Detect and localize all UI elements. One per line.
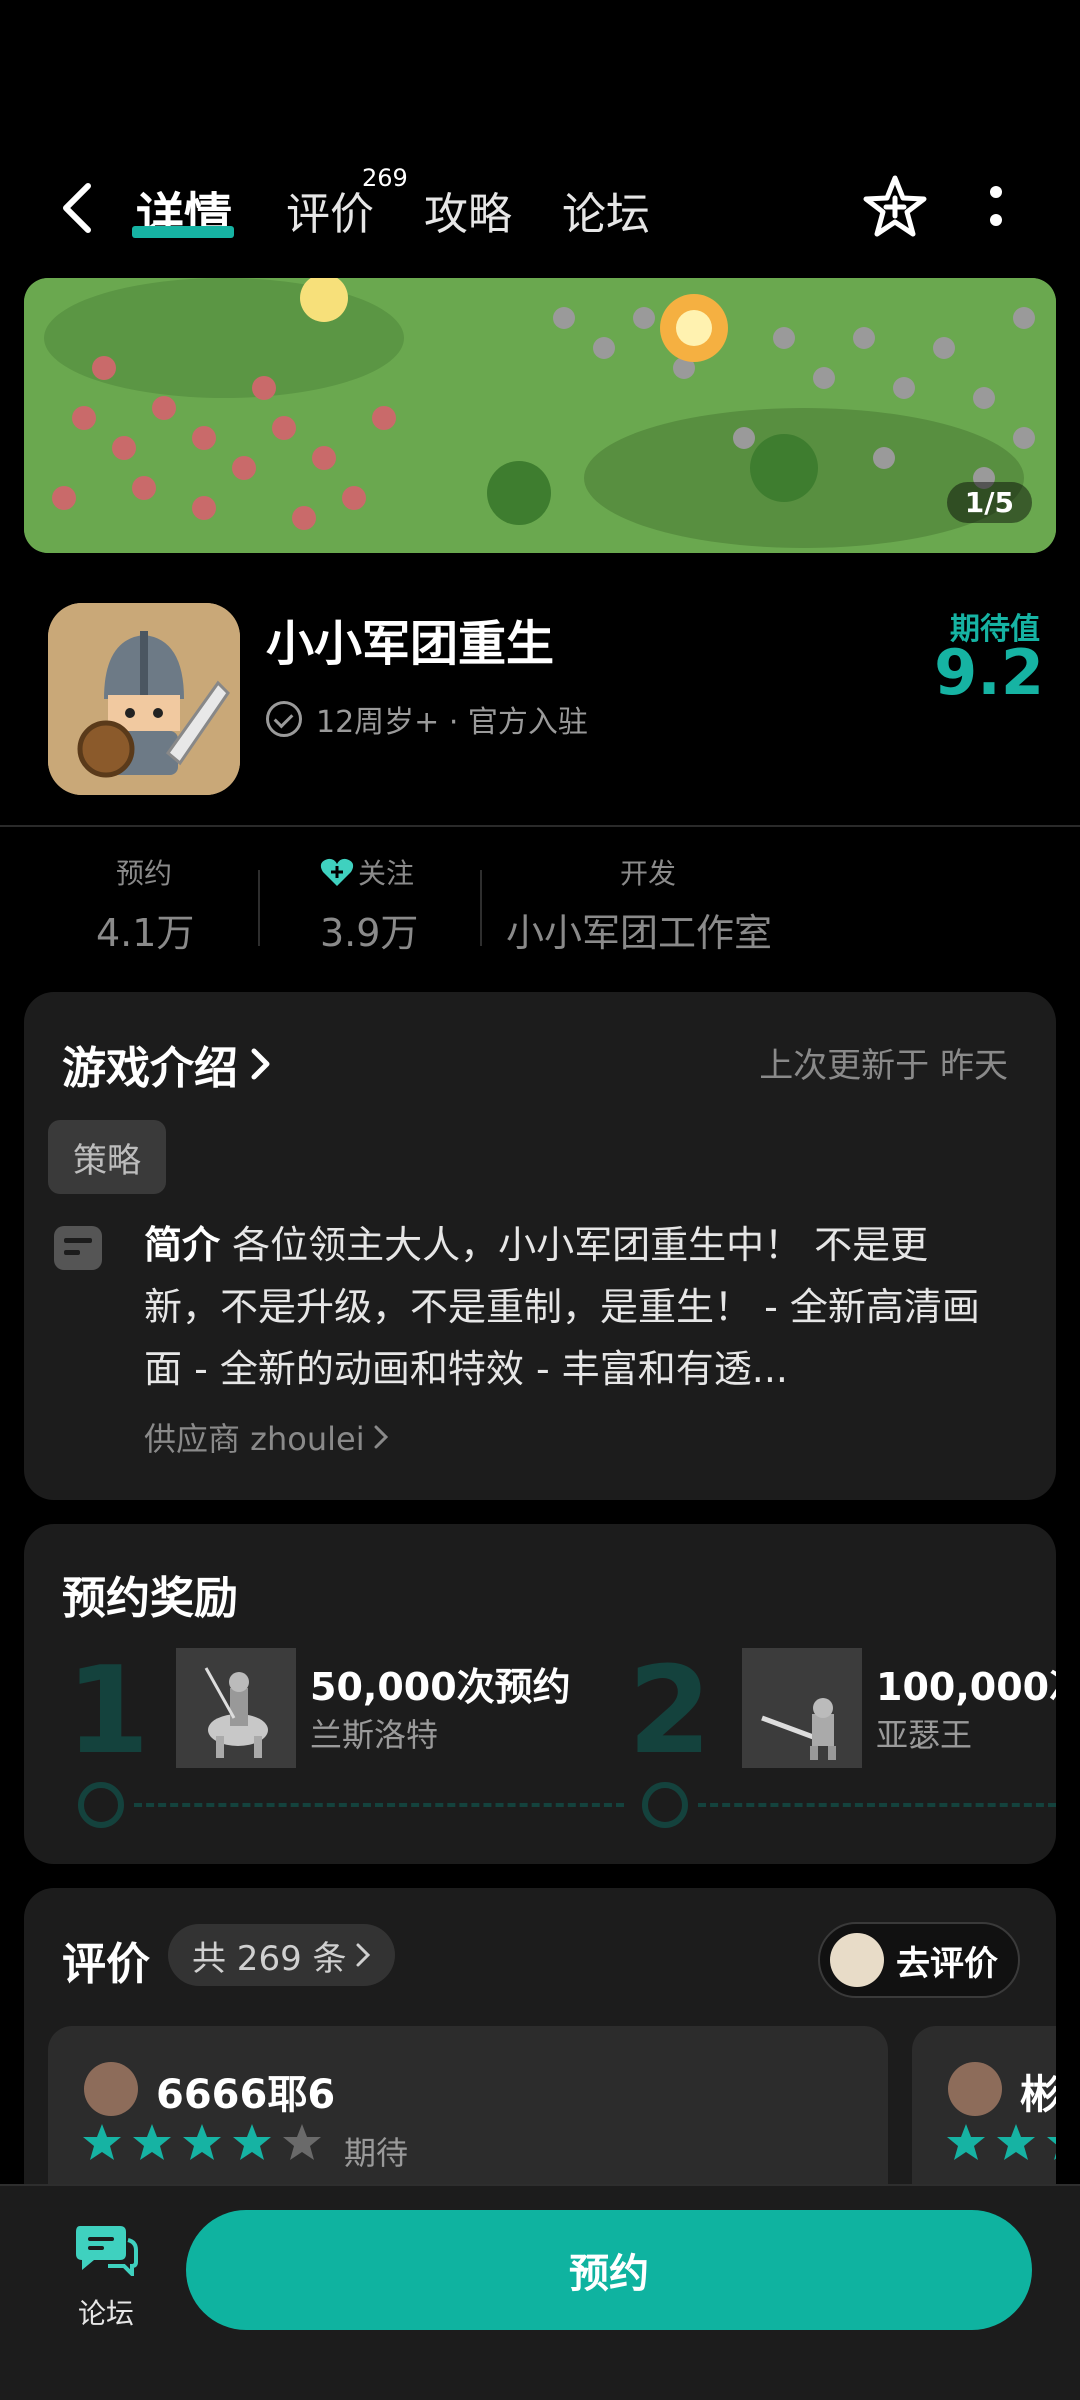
back-arrow-icon[interactable] (58, 182, 98, 234)
star-filled-icon (83, 2124, 121, 2160)
developer-label: 开发 (620, 857, 677, 890)
reward-tier-number: 1 (66, 1642, 150, 1781)
reward-milestone: 100,000次预约 (876, 1665, 1056, 1709)
reviewer-name: 彬 (1020, 2072, 1056, 2118)
follow-stat-label: 关注 (358, 857, 415, 890)
reward-character-image[interactable] (176, 1648, 296, 1768)
game-intro-title: 游戏介绍 (62, 1043, 238, 1094)
chevron-right-icon (251, 1048, 270, 1080)
app-subtitle: 12周岁+ · 官方入驻 (266, 697, 588, 741)
reward-name: 亚瑟王 (876, 1716, 973, 1754)
reserve-button[interactable]: 预约 (186, 2210, 1032, 2330)
rewards-title: 预约奖励 (62, 1573, 238, 1624)
brief-description[interactable]: 简介 各位领主大人，小小军团重生中！ 不是更新，不是升级，不是重制，是重生！ -… (144, 1214, 1004, 1400)
milestone-marker (642, 1782, 688, 1828)
reserve-stat-value: 4.1万 (96, 911, 195, 955)
app-meta: 12周岁+ · 官方入驻 (316, 705, 588, 740)
star-filled-icon (233, 2124, 271, 2160)
tab-forum[interactable]: 论坛 (562, 178, 650, 242)
review-tag: 期待 (344, 2134, 409, 2172)
brief-text: 各位领主大人，小小军团重生中！ 不是更新，不是升级，不是重制，是重生！ - 全新… (144, 1223, 980, 1391)
reward-milestone: 50,000次预约 (310, 1665, 571, 1709)
star-empty-icon (283, 2124, 321, 2160)
milestone-marker (78, 1782, 124, 1828)
chat-bubbles-icon (76, 2226, 138, 2276)
genre-tag[interactable]: 策略 (48, 1120, 166, 1194)
reviews-title: 评价 (62, 1939, 150, 1990)
user-avatar (830, 1933, 884, 1987)
star-filled-icon (1047, 2137, 1056, 2160)
star-filled-icon (183, 2124, 221, 2160)
star-filled-icon (947, 2124, 985, 2160)
write-review-label: 去评价 (896, 1943, 998, 1984)
star-rating (82, 2122, 322, 2162)
supplier-link[interactable]: 供应商 zhoulei (144, 1414, 389, 1460)
reward-character-image[interactable] (742, 1648, 862, 1768)
follow-stat[interactable]: 关注 (320, 852, 414, 892)
game-intro-card: 游戏介绍 上次更新于 昨天 策略 简介 各位领主大人，小小军团重生中！ 不是更新… (24, 992, 1056, 1500)
reserve-stat-label: 预约 (116, 857, 173, 890)
stat-separator (480, 870, 482, 946)
reward-tier-number: 2 (628, 1642, 712, 1781)
forum-shortcut[interactable]: 论坛 (50, 2206, 160, 2356)
section-divider (0, 825, 1080, 827)
active-tab-indicator (132, 226, 234, 238)
supplier-text: 供应商 zhoulei (144, 1420, 365, 1458)
tab-reviews[interactable]: 评价 (286, 178, 374, 242)
verified-check-icon (266, 701, 302, 737)
bottom-action-bar: 论坛 预约 (0, 2184, 1080, 2400)
reviewer-name: 6666耶6 (156, 2072, 336, 2118)
last-updated: 上次更新于 昨天 (759, 1046, 1008, 1086)
forum-label: 论坛 (78, 2297, 135, 2330)
top-nav: 详情 评价 269 攻略 论坛 (0, 150, 1080, 270)
expectation-score: 9.2 (934, 636, 1044, 709)
chevron-right-icon (374, 1425, 388, 1449)
reward-name: 兰斯洛特 (310, 1716, 439, 1754)
banner-page-counter: 1/5 (946, 482, 1032, 523)
document-icon (54, 1226, 102, 1270)
reservation-rewards-card: 预约奖励 1 50,000次预约 兰斯洛特 2 100,000次预约 亚瑟王 (24, 1524, 1056, 1864)
star-rating (946, 2122, 1056, 2162)
brief-label: 简介 (144, 1223, 221, 1267)
heart-plus-icon (320, 858, 354, 886)
review-count-text: 共 269 条 (192, 1938, 347, 1979)
progress-track (134, 1803, 624, 1807)
chevron-right-icon (356, 1943, 370, 1967)
star-add-icon[interactable] (862, 174, 928, 240)
reviewer-avatar (84, 2062, 138, 2116)
game-scene-image (24, 278, 1056, 553)
follow-stat-value: 3.9万 (320, 911, 419, 955)
stat-separator (258, 870, 260, 946)
reviewer-avatar (948, 2062, 1002, 2116)
progress-track (698, 1803, 1056, 1807)
star-filled-icon (133, 2124, 171, 2160)
screenshot-banner[interactable]: 1/5 (24, 278, 1056, 553)
tab-guides[interactable]: 攻略 (424, 178, 512, 242)
game-intro-header[interactable]: 游戏介绍 (62, 1032, 272, 1096)
app-title: 小小军团重生 (266, 616, 555, 672)
app-icon (48, 603, 240, 795)
review-count-pill[interactable]: 共 269 条 (168, 1924, 395, 1986)
write-review-button[interactable]: 去评价 (818, 1922, 1020, 1998)
more-options-icon[interactable] (986, 184, 1006, 230)
developer-name[interactable]: 小小军团工作室 (506, 902, 772, 957)
star-filled-icon (997, 2124, 1035, 2160)
review-count-badge: 269 (362, 164, 408, 192)
